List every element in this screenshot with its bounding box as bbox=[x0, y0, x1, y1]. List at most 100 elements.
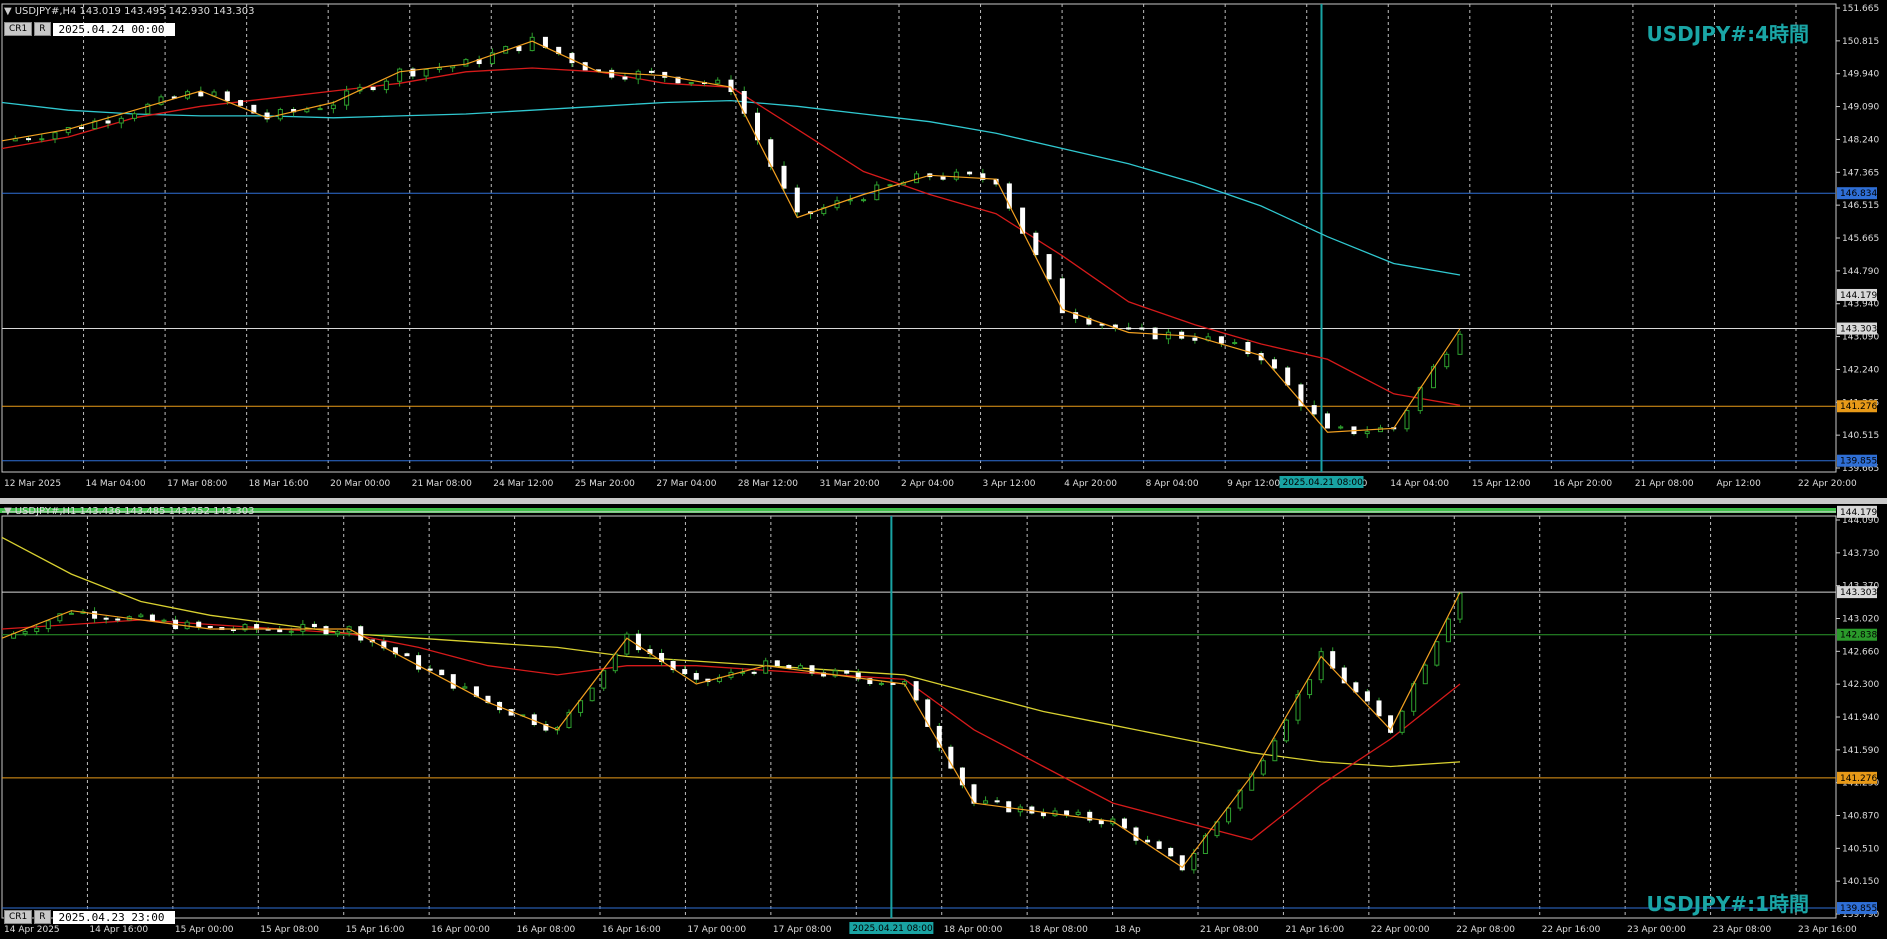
candle-body bbox=[238, 100, 244, 106]
candle-body bbox=[1168, 847, 1174, 857]
candle-body bbox=[1364, 691, 1370, 702]
candle-body bbox=[423, 68, 429, 77]
candle-body bbox=[624, 633, 630, 655]
candle-body bbox=[542, 36, 548, 48]
fast-moving-average-line bbox=[1, 67, 1461, 406]
candle-body bbox=[844, 670, 850, 674]
price-tick-label: 143.940 bbox=[1842, 300, 1879, 310]
time-tick-label: 20 Mar 00:00 bbox=[330, 479, 390, 489]
candle-body bbox=[953, 171, 959, 180]
candle-body bbox=[1232, 342, 1238, 345]
time-tick-label: 21 Apr 08:00 bbox=[1635, 479, 1694, 489]
candle-body bbox=[1192, 337, 1198, 341]
h4-date-tag: CR1 R 2025.04.24 00:00 bbox=[4, 22, 175, 36]
h4-chart-pane[interactable]: 12 Mar 2025 14 Mar 04:00 17 Mar 08:00 18 Ma… bbox=[0, 0, 1887, 498]
candle-body bbox=[1133, 827, 1139, 841]
candle-body bbox=[1422, 664, 1428, 685]
candle-body bbox=[115, 618, 121, 621]
candle-body bbox=[105, 120, 111, 124]
candle-body bbox=[1075, 811, 1081, 816]
time-tick-label: 16 Apr 20:00 bbox=[1553, 479, 1612, 489]
price-tick-label: 145.665 bbox=[1842, 234, 1879, 244]
plot-frame bbox=[1, 3, 1837, 473]
level-price-label: 146.834 bbox=[1840, 189, 1877, 199]
candle-body bbox=[1165, 331, 1171, 340]
candle-body bbox=[79, 127, 85, 130]
time-tick-label: 23 Apr 08:00 bbox=[1713, 925, 1772, 935]
candle-body bbox=[1330, 651, 1336, 669]
cursor-time-label: 2025.04.21 08:00 bbox=[1282, 478, 1363, 488]
zigzag-line bbox=[1, 40, 1461, 433]
r-button[interactable]: R bbox=[34, 910, 51, 924]
candle-body bbox=[715, 79, 721, 84]
candle-body bbox=[335, 631, 341, 635]
candle-body bbox=[1139, 327, 1145, 330]
h4-header: ▼ USDJPY#,H4 143.019 143.495 142.930 143.… bbox=[4, 6, 255, 17]
price-tick-label: 144.790 bbox=[1842, 267, 1879, 277]
candle-body bbox=[578, 700, 584, 713]
candle-body bbox=[1033, 232, 1039, 256]
candle-body bbox=[397, 68, 403, 82]
time-tick-label: 23 Apr 16:00 bbox=[1798, 925, 1857, 935]
time-tick-label: 15 Apr 08:00 bbox=[260, 925, 319, 935]
candle-body bbox=[1283, 719, 1289, 742]
time-tick-label: 3 Apr 12:00 bbox=[983, 479, 1036, 489]
cr1-button[interactable]: CR1 bbox=[4, 910, 33, 924]
candle-body bbox=[39, 138, 45, 141]
candle-body bbox=[609, 69, 615, 78]
level-price-label: 142.838 bbox=[1840, 631, 1877, 641]
candle-body bbox=[404, 653, 410, 657]
candle-body bbox=[763, 660, 769, 674]
level-price-label: 139.855 bbox=[1840, 457, 1877, 467]
price-tick-label: 140.150 bbox=[1842, 877, 1879, 887]
candle-body bbox=[149, 614, 155, 622]
time-tick-label: 21 Mar 08:00 bbox=[412, 479, 472, 489]
level-price-label: 141.276 bbox=[1840, 774, 1877, 784]
time-tick-label: 25 Mar 20:00 bbox=[575, 479, 635, 489]
candle-body bbox=[774, 660, 780, 666]
candle-body bbox=[1324, 413, 1330, 429]
candle-body bbox=[622, 76, 628, 80]
candle-body bbox=[601, 670, 607, 689]
time-tick-label: 17 Apr 00:00 bbox=[687, 925, 746, 935]
candle-body bbox=[940, 176, 946, 180]
h4-chart-svg[interactable]: 12 Mar 2025 14 Mar 04:00 17 Mar 08:00 18 Ma… bbox=[0, 0, 1887, 498]
h4-date-readout: 2025.04.24 00:00 bbox=[52, 22, 175, 36]
time-tick-label: 17 Apr 08:00 bbox=[773, 925, 832, 935]
candle-body bbox=[450, 674, 456, 689]
candle-body bbox=[304, 108, 310, 113]
h4-title: USDJPY#:4時間 bbox=[1646, 22, 1810, 46]
price-tick-label: 142.660 bbox=[1842, 647, 1879, 657]
h1-chart-pane[interactable]: 14 Apr 2025 14 Apr 16:00 15 Apr 00:00 15 Ap… bbox=[0, 504, 1887, 939]
candle-body bbox=[1006, 801, 1012, 813]
cr1-button[interactable]: CR1 bbox=[4, 22, 33, 36]
candle-body bbox=[230, 629, 236, 632]
time-tick-label: 17 Mar 08:00 bbox=[167, 479, 227, 489]
candle-body bbox=[103, 617, 109, 620]
r-button[interactable]: R bbox=[34, 22, 51, 36]
candle-body bbox=[1260, 760, 1266, 775]
collapse-triangle-icon[interactable]: ▼ bbox=[4, 506, 12, 517]
candle-body bbox=[198, 91, 204, 97]
candle-body bbox=[463, 59, 469, 67]
candle-body bbox=[994, 800, 1000, 803]
candle-body bbox=[861, 199, 867, 202]
collapse-triangle-icon[interactable]: ▼ bbox=[4, 6, 12, 17]
time-tick-label: 24 Mar 12:00 bbox=[493, 479, 553, 489]
candle-body bbox=[1191, 853, 1197, 871]
price-tick-label: 143.730 bbox=[1842, 549, 1879, 559]
candle-body bbox=[569, 53, 575, 64]
candle-body bbox=[1404, 410, 1410, 430]
candle-body bbox=[516, 46, 522, 52]
h1-chart-svg[interactable]: 14 Apr 2025 14 Apr 16:00 15 Apr 00:00 15 Ap… bbox=[0, 504, 1887, 939]
time-tick-label: 18 Apr 00:00 bbox=[944, 925, 1003, 935]
candle-body bbox=[224, 91, 230, 102]
candle-body bbox=[874, 184, 880, 201]
time-tick-label: 16 Apr 16:00 bbox=[602, 925, 661, 935]
time-tick-label: 21 Apr 08:00 bbox=[1200, 925, 1259, 935]
h1-date-tag: CR1 R 2025.04.23 23:00 bbox=[4, 910, 175, 924]
candle-body bbox=[323, 626, 329, 635]
time-tick-label: 18 Mar 16:00 bbox=[249, 479, 309, 489]
time-tick-label: 15 Apr 16:00 bbox=[346, 925, 405, 935]
candle-body bbox=[781, 165, 787, 189]
